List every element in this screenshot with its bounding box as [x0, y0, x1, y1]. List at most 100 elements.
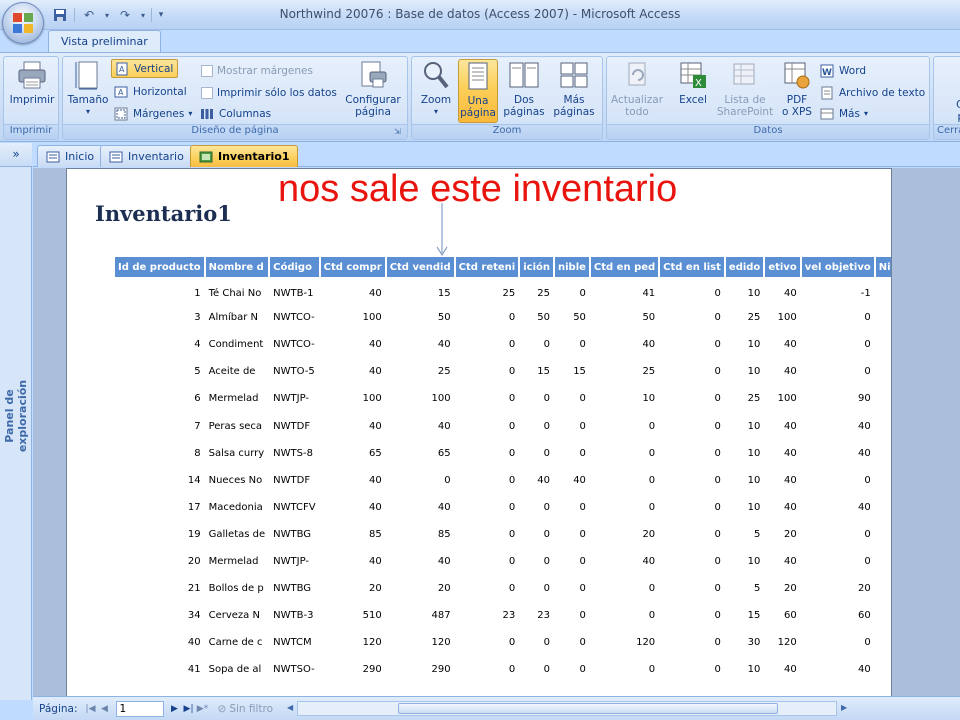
archivo-texto-button[interactable]: Archivo de texto	[819, 83, 925, 102]
report-cell: Macedonia	[208, 501, 263, 513]
tamano-button[interactable]: Tamaño ▾	[65, 59, 111, 123]
report-cell: 34	[187, 610, 201, 622]
report-cell: 0	[579, 501, 586, 513]
next-page-icon[interactable]: ▶	[168, 704, 182, 714]
report-cell: 60	[783, 610, 797, 622]
sharepoint-list-button[interactable]: Lista de SharePoint	[713, 59, 777, 123]
report-cell: 40	[783, 288, 797, 300]
report-cell: 0	[714, 312, 721, 324]
report-header-row: Id de producto Nombre d Código Ctd compr Ctd…	[115, 257, 891, 277]
prev-page-icon[interactable]: ◀	[98, 704, 112, 714]
word-button[interactable]: W Word	[819, 61, 866, 80]
office-button[interactable]	[2, 2, 44, 44]
nav-pane-label[interactable]: Panel de exploración	[3, 356, 29, 476]
report-cell: 0	[508, 474, 516, 486]
report-cell: NWTJP-	[273, 555, 309, 567]
report-cell: 10	[747, 366, 761, 378]
scroll-right-icon[interactable]: ▶	[837, 701, 851, 716]
first-page-icon[interactable]: |◀	[84, 704, 98, 714]
vertical-button[interactable]: A Vertical	[111, 59, 179, 78]
report-cell: 40	[858, 420, 871, 432]
report-cell: 10	[747, 420, 761, 432]
report-cell	[876, 440, 891, 467]
una-label-1: Una	[467, 95, 489, 107]
report-row: 34 Cerveza N NWTB-3 510 487 23 23 0 0 0 15 60 60	[115, 602, 891, 629]
mas-export-button[interactable]: Más ▾	[819, 104, 868, 123]
report-cell: 10	[747, 555, 761, 567]
report-cell: 0	[579, 664, 586, 676]
report-cell: Condiment	[208, 339, 264, 351]
report-column-header: vel objetivo	[801, 257, 874, 277]
report-cell: 0	[864, 555, 871, 567]
tab-inventario[interactable]: Inventario	[100, 145, 193, 167]
report-cell: 25	[747, 312, 761, 324]
horizontal-scrollbar[interactable]	[297, 701, 838, 716]
report-cell: 6	[194, 393, 201, 405]
una-pagina-button[interactable]: Una página	[458, 59, 498, 123]
cerrar-vista-button[interactable]: Ce pr	[948, 99, 960, 123]
report-row: 3 Almíbar N NWTCO- 100 50 0 50 50 50 0 25 100 0 10	[115, 304, 891, 331]
tab-inventario1[interactable]: Inventario1	[190, 145, 299, 167]
report-cell: 20	[858, 583, 871, 595]
tamano-label: Tamaño	[67, 94, 109, 106]
report-cell: 40	[368, 420, 382, 432]
zoom-button[interactable]: Zoom ▾	[416, 59, 456, 123]
report-cell: Mermelad	[208, 393, 259, 405]
configurar-label-2: página	[355, 106, 391, 118]
report-cell: 50	[437, 312, 451, 324]
scrollbar-thumb[interactable]	[398, 703, 779, 714]
annotation-arrow-icon	[436, 203, 448, 256]
report-cell: 0	[864, 339, 871, 351]
report-cell: 0	[579, 555, 586, 567]
excel-button[interactable]: X Excel	[671, 59, 715, 123]
ribbon-tab-strip: Vista preliminar	[0, 30, 960, 52]
report-cell: 40	[858, 447, 871, 459]
actualizar-todo-button[interactable]: Actualizar todo	[609, 59, 665, 123]
filter-status[interactable]: ⊘ Sin filtro	[218, 703, 274, 715]
dialog-launcher-icon[interactable]: ⇲	[394, 127, 404, 137]
report-cell: 15	[573, 366, 586, 378]
report-cell: 4	[876, 548, 891, 575]
report-cell: NWTBG	[273, 528, 312, 540]
margenes-button[interactable]: Márgenes ▾	[113, 104, 192, 123]
report-cell: 1	[194, 288, 201, 300]
mas-paginas-button[interactable]: Más páginas	[548, 59, 600, 123]
new-page-icon[interactable]: ▶*	[196, 704, 210, 714]
report-cell: 50	[573, 312, 586, 324]
report-cell: 0	[543, 637, 550, 649]
imprimir-solo-datos-checkbox[interactable]: Imprimir sólo los datos	[201, 83, 337, 102]
columnas-button[interactable]: Columnas	[199, 104, 271, 123]
print-label: Imprimir	[9, 94, 55, 106]
last-page-icon[interactable]: ▶|	[182, 704, 196, 714]
report-cell: Mermelad	[208, 555, 259, 567]
report-cell	[876, 602, 891, 629]
page-number-input[interactable]: 1	[115, 700, 164, 717]
mostrar-margenes-checkbox[interactable]: Mostrar márgenes	[201, 61, 313, 80]
report-cell: 0	[579, 288, 586, 300]
report-cell: 40	[573, 474, 586, 486]
report-cell: 5	[753, 528, 761, 540]
tab-vista-preliminar[interactable]: Vista preliminar	[48, 30, 161, 52]
report-cell: 0	[508, 555, 516, 567]
report-cell: 20	[187, 555, 201, 567]
report-cell: 510	[362, 610, 382, 622]
report-cell: 40	[368, 474, 382, 486]
scroll-left-icon[interactable]: ◀	[283, 701, 297, 716]
report-cell: 100	[777, 393, 797, 405]
mostrar-margenes-check	[201, 64, 213, 77]
report-cell: 1	[876, 385, 891, 412]
pdf-xps-button[interactable]: PDF o XPS	[777, 59, 817, 123]
print-preview-area[interactable]: Inventario1 Id de producto Nombre d Código…	[33, 168, 960, 696]
report-cell: NWTCO-	[273, 339, 315, 351]
report-cell: 5	[194, 366, 201, 378]
print-button[interactable]: Imprimir	[8, 59, 56, 123]
report-cell: 290	[431, 664, 451, 676]
tab-inicio[interactable]: Inicio	[37, 145, 104, 167]
report-column-header: Id de producto	[115, 257, 204, 277]
horizontal-button[interactable]: A Horizontal	[113, 82, 187, 101]
configurar-pagina-button[interactable]: Configurar página	[341, 59, 405, 123]
report-cell: 0	[864, 637, 871, 649]
report-cell: 40	[368, 501, 382, 513]
nav-pane-toggle-button[interactable]: »	[0, 143, 32, 167]
dos-paginas-button[interactable]: Dos páginas	[502, 59, 546, 123]
